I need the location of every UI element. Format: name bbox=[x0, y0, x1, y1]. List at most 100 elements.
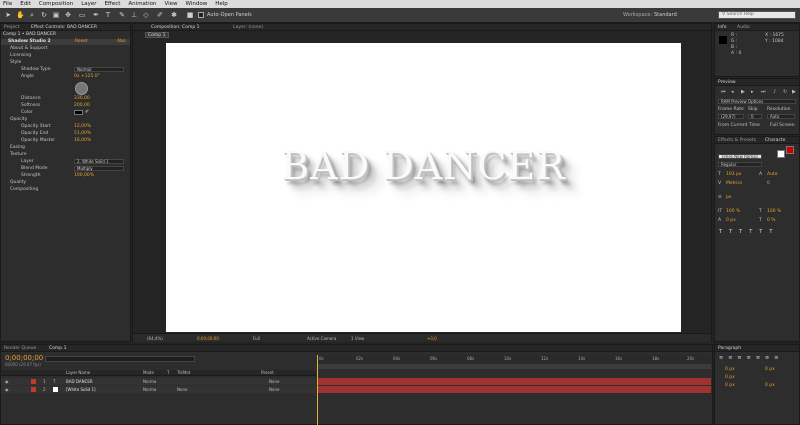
row-texture[interactable]: Texture bbox=[10, 152, 26, 157]
baseline-value[interactable]: 0 px bbox=[726, 218, 736, 223]
row-compositing[interactable]: Compositing bbox=[10, 187, 38, 192]
layer-label-color[interactable] bbox=[31, 379, 36, 384]
snap-icon[interactable]: ■ bbox=[186, 11, 194, 19]
opacity-start-value[interactable]: 12,00% bbox=[74, 124, 91, 129]
space-before-value[interactable]: 0 px bbox=[725, 383, 735, 388]
layer-bar-2[interactable] bbox=[317, 386, 711, 393]
indent-first-value[interactable]: 0 px bbox=[725, 375, 735, 380]
camera-tool-icon[interactable]: ▣ bbox=[52, 11, 60, 19]
horizontal-scale-value[interactable]: 100 % bbox=[767, 209, 781, 214]
camera-select[interactable]: Active Camera bbox=[307, 336, 336, 341]
row-quality[interactable]: Quality bbox=[10, 180, 26, 185]
tab-effects-presets[interactable]: Effects & Presets bbox=[718, 138, 756, 143]
row-distance[interactable]: Distance bbox=[21, 96, 41, 101]
row-opacity-start[interactable]: Opacity Start bbox=[21, 124, 51, 129]
distance-value[interactable]: 230,00 bbox=[74, 96, 90, 101]
strength-value[interactable]: 100,00% bbox=[74, 173, 94, 178]
stroke-width-value[interactable]: px bbox=[726, 195, 732, 200]
menu-window[interactable]: Window bbox=[186, 1, 208, 7]
tab-info[interactable]: Info bbox=[718, 25, 727, 30]
superscript-icon[interactable]: T bbox=[759, 229, 762, 235]
pan-behind-tool-icon[interactable]: ✥ bbox=[64, 11, 72, 19]
resolution-select-preview[interactable]: Auto bbox=[767, 114, 795, 119]
leading-value[interactable]: Auto bbox=[767, 172, 777, 177]
all-caps-icon[interactable]: T bbox=[739, 229, 742, 235]
indent-left-value[interactable]: 0 px bbox=[725, 367, 735, 372]
font-size-value[interactable]: 103 px bbox=[726, 172, 742, 177]
tab-project[interactable]: Project bbox=[4, 25, 19, 30]
menu-file[interactable]: File bbox=[3, 1, 12, 7]
layer-trkmat[interactable]: None bbox=[177, 387, 187, 392]
font-style-select[interactable]: Regular bbox=[718, 162, 762, 167]
menu-composition[interactable]: Composition bbox=[39, 1, 73, 7]
layer-parent[interactable]: None bbox=[269, 379, 279, 384]
color-swatch[interactable] bbox=[74, 110, 83, 115]
softness-value[interactable]: 200,00 bbox=[74, 103, 90, 108]
faux-bold-icon[interactable]: T bbox=[719, 229, 722, 235]
play-icon[interactable]: ▶ bbox=[741, 89, 745, 95]
row-opacity-end[interactable]: Opacity End bbox=[21, 131, 48, 136]
small-caps-icon[interactable]: T bbox=[749, 229, 752, 235]
selection-tool-icon[interactable]: ➤ bbox=[4, 11, 12, 19]
menu-help[interactable]: Help bbox=[215, 1, 228, 7]
faux-italic-icon[interactable]: T bbox=[729, 229, 732, 235]
row-about-support[interactable]: About & Support bbox=[10, 46, 47, 51]
tab-timeline-comp[interactable]: Comp 1 bbox=[49, 346, 66, 351]
ram-preview-icon[interactable]: ▶ bbox=[792, 89, 796, 95]
eyedropper-icon[interactable]: ✐ bbox=[85, 109, 89, 115]
visibility-eye-icon[interactable]: ◉ bbox=[5, 379, 9, 384]
subscript-icon[interactable]: T bbox=[769, 229, 772, 235]
space-after-value[interactable]: 0 px bbox=[765, 383, 775, 388]
opacity-end-value[interactable]: 51,00% bbox=[74, 131, 91, 136]
workspace-select[interactable]: Standard bbox=[654, 12, 677, 18]
menu-layer[interactable]: Layer bbox=[81, 1, 96, 7]
pen-tool-icon[interactable]: ✒ bbox=[92, 11, 100, 19]
layer-row-2[interactable]: ◉ 2 [White Solid 1] Norma None None bbox=[1, 386, 316, 393]
first-frame-icon[interactable]: ⏮ bbox=[721, 89, 726, 95]
time-ruler[interactable]: 0s 02s 04s 06s 08s 10s 12s 14s 16s 18s 2… bbox=[317, 355, 711, 363]
row-opacity[interactable]: Opacity bbox=[10, 117, 27, 122]
skip-field[interactable]: 0 bbox=[748, 114, 762, 119]
tab-preview[interactable]: Preview bbox=[718, 80, 736, 85]
hand-tool-icon[interactable]: ✋ bbox=[16, 11, 25, 19]
col-parent[interactable]: Parent bbox=[261, 370, 274, 375]
row-strength[interactable]: Strength bbox=[21, 173, 40, 178]
last-frame-icon[interactable]: ⏭ bbox=[761, 89, 766, 95]
mask-tool-icon[interactable]: ▭ bbox=[78, 11, 86, 19]
tab-layer[interactable]: Layer: (none) bbox=[233, 25, 263, 30]
timeline-current-time[interactable]: 0;00;00;00 bbox=[5, 354, 43, 362]
tab-paragraph[interactable]: Paragraph bbox=[718, 346, 741, 351]
playhead[interactable] bbox=[317, 355, 318, 425]
views-select[interactable]: 1 View bbox=[351, 336, 364, 341]
row-angle[interactable]: Angle bbox=[21, 74, 34, 79]
tab-audio[interactable]: Audio bbox=[737, 25, 750, 30]
auto-open-checkbox[interactable] bbox=[198, 12, 204, 18]
stroke-color-swatch[interactable] bbox=[786, 146, 794, 154]
indent-right-value[interactable]: 0 px bbox=[765, 367, 775, 372]
current-time-display[interactable]: 0;00;00;00 bbox=[197, 336, 219, 341]
tracking-value[interactable]: 0 bbox=[767, 181, 770, 186]
layer-search-input[interactable] bbox=[45, 356, 195, 362]
layer-name[interactable]: BAD DANCER bbox=[66, 379, 93, 384]
fill-color-swatch[interactable] bbox=[777, 150, 785, 158]
font-family-select[interactable]: Times New Roman bbox=[718, 154, 762, 159]
clone-stamp-tool-icon[interactable]: ⊥ bbox=[130, 11, 138, 19]
brush-tool-icon[interactable]: ✎ bbox=[118, 11, 126, 19]
menu-view[interactable]: View bbox=[164, 1, 177, 7]
row-softness[interactable]: Softness bbox=[21, 103, 40, 108]
prev-frame-icon[interactable]: ◂ bbox=[731, 89, 734, 95]
work-area-bar[interactable] bbox=[317, 364, 711, 369]
texture-layer-select[interactable]: 2. White Solid 1 bbox=[74, 159, 124, 164]
row-opacity-master[interactable]: Opacity Master bbox=[21, 138, 55, 143]
justify-center-icon[interactable]: ≡ bbox=[756, 355, 760, 361]
vertical-scale-value[interactable]: 100 % bbox=[726, 209, 740, 214]
row-licensing[interactable]: Licensing bbox=[10, 53, 31, 58]
layer-name[interactable]: [White Solid 1] bbox=[66, 387, 96, 392]
frame-rate-select[interactable]: (29,97) bbox=[718, 114, 744, 119]
row-style[interactable]: Style bbox=[10, 60, 21, 65]
layer-row-1[interactable]: ◉ 1 T BAD DANCER Norma None bbox=[1, 378, 316, 385]
angle-value[interactable]: 0x +125.0° bbox=[74, 74, 100, 79]
blend-mode-select[interactable]: Multiply bbox=[74, 166, 124, 171]
loop-icon[interactable]: ↻ bbox=[783, 89, 787, 95]
zoom-select[interactable]: (64,4%) bbox=[147, 336, 163, 341]
